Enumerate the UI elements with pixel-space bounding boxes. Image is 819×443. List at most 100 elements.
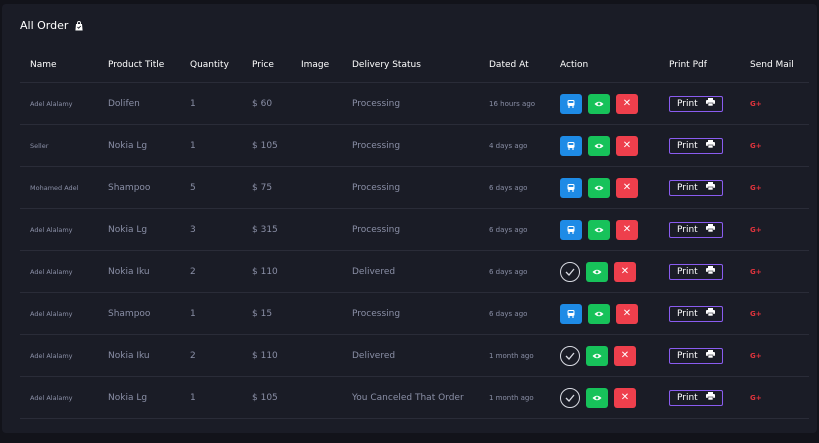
table-row: Seller Nokia Lg 1 $ 105 Processing 4 day… [20,124,809,167]
table-row: Mohamed Adel Shampoo 5 $ 75 Processing 6… [20,166,809,209]
print-button[interactable]: Print [669,389,723,406]
google-plus-icon[interactable]: G+ [750,142,762,150]
cell-mail: G+ [740,292,809,335]
cancel-button[interactable]: ✕ [616,177,638,198]
cell-mail: G+ [740,208,809,251]
eye-icon [594,306,604,321]
deliver-button[interactable] [560,135,582,156]
cell-quantity: 5 [180,166,242,209]
print-button[interactable]: Print [669,263,723,280]
cell-date: 6 days ago [479,292,550,335]
cell-actions: ✕ [550,82,659,125]
cell-product: Shampoo [98,292,180,335]
close-icon: ✕ [620,350,630,361]
col-header: Quantity [180,48,242,83]
cancel-button[interactable]: ✕ [614,261,636,282]
close-icon: ✕ [622,224,632,235]
print-button[interactable]: Print [669,95,723,112]
view-button[interactable] [588,219,610,240]
cancel-button[interactable]: ✕ [616,303,638,324]
cell-name: Adel Alalamy [20,250,98,293]
cell-actions: ✕ [550,166,659,209]
eye-icon [592,348,602,363]
google-plus-icon[interactable]: G+ [750,100,762,108]
close-icon: ✕ [620,266,630,277]
view-button[interactable] [588,93,610,114]
delivered-check-button[interactable] [560,387,580,408]
cell-image [291,166,342,209]
print-label: Print [677,350,698,361]
print-button[interactable]: Print [669,305,723,322]
view-button[interactable] [586,345,608,366]
col-header: Name [20,48,98,83]
cell-quantity: 3 [180,208,242,251]
print-label: Print [677,182,698,193]
truck-icon [566,96,576,111]
col-header: Delivery Status [342,48,479,83]
cell-quantity: 1 [180,376,242,419]
print-button[interactable]: Print [669,137,723,154]
cell-status: Processing [342,208,479,251]
eye-icon [594,222,604,237]
cancel-button[interactable]: ✕ [616,135,638,156]
view-button[interactable] [588,177,610,198]
deliver-button[interactable] [560,177,582,198]
truck-icon [566,222,576,237]
deliver-button[interactable] [560,219,582,240]
google-plus-icon[interactable]: G+ [750,394,762,402]
cell-quantity: 2 [180,250,242,293]
print-button[interactable]: Print [669,221,723,238]
cell-actions: ✕ [550,292,659,335]
cell-product: Nokia Lg [98,124,180,167]
google-plus-icon[interactable]: G+ [750,352,762,360]
close-icon: ✕ [622,98,632,109]
google-plus-icon[interactable]: G+ [750,310,762,318]
table-row: Adel Alalamy Nokia Lg 1 $ 105 You Cancel… [20,376,809,419]
cell-price: $ 105 [242,376,291,419]
table-row: Adel Alalamy Dolifen 1 $ 60 Processing 1… [20,82,809,125]
cell-image [291,124,342,167]
cell-actions: ✕ [550,250,659,293]
delivered-check-button[interactable] [560,261,580,282]
cell-price: $ 60 [242,82,291,125]
cell-date: 4 days ago [479,124,550,167]
view-button[interactable] [588,135,610,156]
view-button[interactable] [588,303,610,324]
cancel-button[interactable]: ✕ [616,219,638,240]
deliver-button[interactable] [560,303,582,324]
cell-product: Nokia Iku [98,334,180,377]
printer-icon [705,266,715,277]
shopping-bag-icon [75,20,84,30]
table-body: Adel Alalamy Dolifen 1 $ 60 Processing 1… [20,82,809,419]
view-button[interactable] [586,387,608,408]
delivered-check-button[interactable] [560,345,580,366]
cell-actions: ✕ [550,208,659,251]
cell-print: Print [659,292,740,335]
print-button[interactable]: Print [669,179,723,196]
col-header: Image [291,48,342,83]
table-row: Adel Alalamy Nokia Iku 2 $ 110 Delivered… [20,250,809,293]
view-button[interactable] [586,261,608,282]
cell-status: Processing [342,166,479,209]
google-plus-icon[interactable]: G+ [750,226,762,234]
deliver-button[interactable] [560,93,582,114]
cell-status: Delivered [342,334,479,377]
cell-name: Adel Alalamy [20,208,98,251]
google-plus-icon[interactable]: G+ [750,268,762,276]
card-title-text: All Order [20,19,69,32]
print-button[interactable]: Print [669,347,723,364]
truck-icon [566,180,576,195]
cell-price: $ 110 [242,250,291,293]
cell-mail: G+ [740,250,809,293]
print-label: Print [677,392,698,403]
cancel-button[interactable]: ✕ [614,345,636,366]
google-plus-icon[interactable]: G+ [750,184,762,192]
action-group: ✕ [560,387,659,408]
cell-price: $ 15 [242,292,291,335]
eye-icon [594,138,604,153]
cell-date: 1 month ago [479,334,550,377]
print-label: Print [677,98,698,109]
cell-quantity: 1 [180,124,242,167]
cancel-button[interactable]: ✕ [616,93,638,114]
cancel-button[interactable]: ✕ [614,387,636,408]
